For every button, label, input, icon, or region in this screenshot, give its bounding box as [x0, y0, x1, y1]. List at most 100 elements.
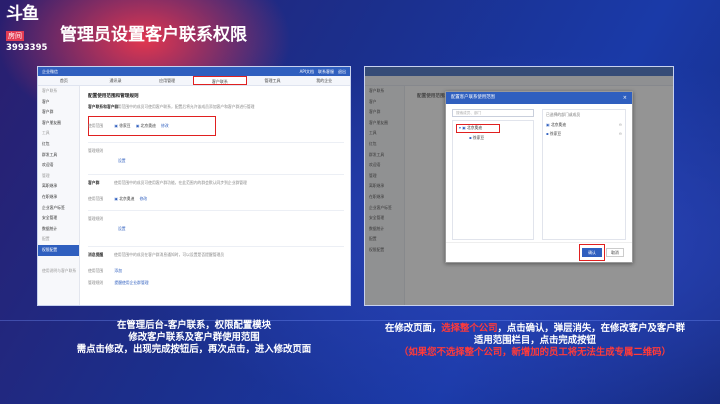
confirm-button[interactable]: 确认 — [582, 248, 602, 257]
sidebar-item[interactable]: 离职继承 — [38, 181, 79, 192]
nav-tab-my-company[interactable]: 我的企业 — [298, 76, 350, 85]
main-nav: 首页 通讯录 应用管理 客户联系 管理工具 我的企业 — [38, 76, 350, 86]
row-desc: 使用范围中的成员可使用客户联系，配置后将允许该成员添加客户和客户群进行管理 — [114, 104, 255, 109]
modal-title: 配置客户联系使用范围 — [451, 95, 495, 100]
nav-tab-home[interactable]: 首页 — [38, 76, 90, 85]
sidebar-item[interactable]: 客户 — [38, 97, 79, 108]
setting-link[interactable]: 设置 — [118, 226, 126, 232]
nav-tab-contacts[interactable]: 通讯录 — [90, 76, 142, 85]
admin-rule-row: 管理规则 设置 — [88, 148, 344, 163]
sidebar-item[interactable] — [38, 256, 79, 267]
org-tree: ▾ ▣ 北京奥迪 ▪ 徐家豆 — [452, 120, 534, 240]
sidebar-item: 配置 — [42, 236, 50, 242]
main-panel: 配置使用范围和管理规则 客户联系和客户群 使用范围中的成员可使用客户联系，配置后… — [82, 86, 350, 305]
sidebar-item[interactable]: 群发工具 — [38, 150, 79, 161]
scope-row: 使用范围 ▣ 徐家豆 ▣ 北京奥迪 修改 — [88, 123, 344, 129]
logo-mark: 斗鱼 — [6, 4, 39, 24]
member-chip: ▣ 徐家豆 — [114, 123, 131, 128]
room-number: 3993395 — [6, 43, 48, 53]
edit-link[interactable]: 修改 — [161, 123, 169, 128]
tree-node-label: 北京奥迪 — [466, 125, 483, 130]
edit-link[interactable]: 修改 — [140, 196, 148, 201]
sidebar-item: 管理 — [42, 172, 50, 178]
caption-line: 需点击修改，出现完成按钮后，再次点击，进入修改页面 — [76, 344, 312, 356]
setting-link[interactable]: 设置 — [118, 158, 126, 164]
search-input[interactable]: 搜索成员、部门 — [452, 109, 534, 117]
divider — [88, 210, 344, 211]
caption-highlight: 选择整个公司 — [441, 323, 498, 334]
nav-tab-customer-contact[interactable]: 客户联系 — [193, 76, 247, 85]
sidebar-item[interactable]: 红包 — [38, 139, 79, 150]
nav-tab-apps[interactable]: 应用管理 — [141, 76, 193, 85]
sidebar-item[interactable]: 安全管理 — [38, 213, 79, 224]
member-chip: ▣ 北京奥迪 — [135, 123, 156, 128]
section-heading: 配置使用范围和管理规则 — [88, 94, 139, 99]
person-icon: ▪ — [469, 135, 472, 140]
divider — [88, 142, 344, 143]
caption-right: 在修改页面，选择整个公司，点击确认，弹层消失，在修改客户及客户群 适用范围栏目，… — [356, 323, 714, 360]
row-label: 客户群 — [88, 180, 100, 185]
caption-line: 在修改页面，选择整个公司，点击确认，弹层消失，在修改客户及客户群 — [356, 323, 714, 335]
topbar-link[interactable]: 退出 — [338, 69, 346, 75]
scope-label: 使用范围 — [88, 123, 104, 128]
add-link[interactable]: 添加 — [114, 268, 122, 273]
sidebar-item: 工具 — [42, 130, 50, 136]
rule-link[interactable]: 提醒使用企业群管理 — [114, 280, 148, 285]
remove-icon[interactable]: ⊖ — [619, 122, 622, 128]
remove-icon[interactable]: ⊖ — [619, 131, 622, 137]
tree-node-company[interactable]: ▾ ▣ 北京奥迪 — [459, 125, 482, 131]
scope-label: 使用范围 — [88, 268, 104, 273]
selected-title: 已选择的部门或成员 — [546, 112, 581, 117]
group-admin-row: 管理规则 设置 — [88, 216, 344, 231]
topbar-link[interactable]: 联系客服 — [318, 69, 334, 75]
sidebar-item[interactable]: 权限配置 — [38, 244, 79, 256]
selected-item: ▣ 北京奥迪 ⊖ — [543, 120, 625, 129]
admin-label: 管理规则 — [88, 216, 104, 221]
sidebar-item[interactable]: 数据统计 — [38, 224, 79, 235]
sidebar: 客户联系客户客户群客户朋友圈工具红包群发工具欢迎语管理离职继承在职继承企业客户标… — [38, 86, 80, 305]
cancel-button[interactable]: 取消 — [606, 248, 624, 257]
reminder-rule-row: 管理规则 提醒使用企业群管理 — [88, 280, 344, 286]
member-name: 北京奥迪 — [119, 196, 135, 201]
folder-icon: ▾ ▣ — [459, 125, 466, 130]
admin-label: 管理规则 — [88, 148, 104, 153]
row-desc: 使用范围中的成员在客户群消息通知时，可以设置是否提醒管理员 — [114, 252, 225, 257]
nav-tab-tools[interactable]: 管理工具 — [247, 76, 299, 85]
scope-label: 使用范围 — [88, 196, 104, 201]
reminder-scope-row: 使用范围 添加 — [88, 268, 344, 274]
caption-left: 在管理后台-客户联系，权限配置模块 修改客户联系及客户群使用范围 需点击修改，出… — [42, 320, 346, 357]
row-label: 消息提醒 — [88, 252, 104, 257]
admin-label: 管理规则 — [88, 280, 104, 285]
tree-node-member[interactable]: ▪ 徐家豆 — [469, 135, 484, 141]
search-placeholder: 搜索成员、部门 — [456, 111, 482, 115]
divider — [88, 246, 344, 247]
sidebar-item[interactable]: 在职继承 — [38, 192, 79, 203]
admin-screenshot-left: 企业微信 API文档 联系客服 退出 首页 通讯录 应用管理 客户联系 管理工具… — [37, 66, 351, 306]
selected-item-label: 徐家豆 — [549, 130, 562, 136]
caption-text: 在修改页面， — [384, 323, 442, 334]
sidebar-item[interactable]: 企业客户标签 — [38, 203, 79, 214]
close-icon[interactable]: × — [623, 92, 627, 104]
row-message-reminder: 消息提醒 使用范围中的成员在客户群消息通知时，可以设置是否提醒管理员 — [88, 252, 344, 260]
row-customer-group: 客户群 使用范围中的成员可使用客户群功能，在此范围内的群会默认同步到企业群管理 — [88, 180, 344, 188]
folder-icon: ▣ — [546, 121, 550, 127]
caption-line: 适用范围栏目，点击完成按钮 — [474, 335, 596, 347]
modal-footer: 确认 取消 — [446, 242, 632, 262]
tree-node-label: 徐家豆 — [472, 135, 485, 140]
sidebar-item[interactable]: 客户群 — [38, 107, 79, 118]
topbar: 企业微信 API文档 联系客服 退出 — [38, 67, 350, 76]
caption-line: 修改客户联系及客户群使用范围 — [128, 332, 260, 344]
sidebar-item[interactable]: 客户朋友圈 — [38, 118, 79, 129]
group-scope-row: 使用范围 ▣ 北京奥迪 修改 — [88, 196, 344, 202]
topbar-link[interactable]: API文档 — [300, 69, 314, 75]
caption-warning: （如果您不选择整个公司，新增加的员工将无法生成专属二维码） — [399, 347, 671, 359]
sidebar-item: 客户联系 — [42, 88, 58, 93]
modal-header: 配置客户联系使用范围 × — [446, 92, 632, 104]
selected-item-label: 北京奥迪 — [550, 121, 566, 127]
admin-screenshot-right: 客户联系客户客户群客户朋友圈工具红包群发工具欢迎语管理离职继承在职继承企业客户标… — [364, 66, 674, 306]
row-desc: 使用范围中的成员可使用客户群功能，在此范围内的群会默认同步到企业群管理 — [114, 180, 247, 185]
selected-panel: 已选择的部门或成员 ▣ 北京奥迪 ⊖ ▪ 徐家豆 ⊖ — [542, 109, 626, 240]
sidebar-item[interactable]: 欢迎语 — [38, 160, 79, 171]
divider — [88, 174, 344, 175]
member-chip: ▣ 北京奥迪 — [114, 196, 135, 201]
